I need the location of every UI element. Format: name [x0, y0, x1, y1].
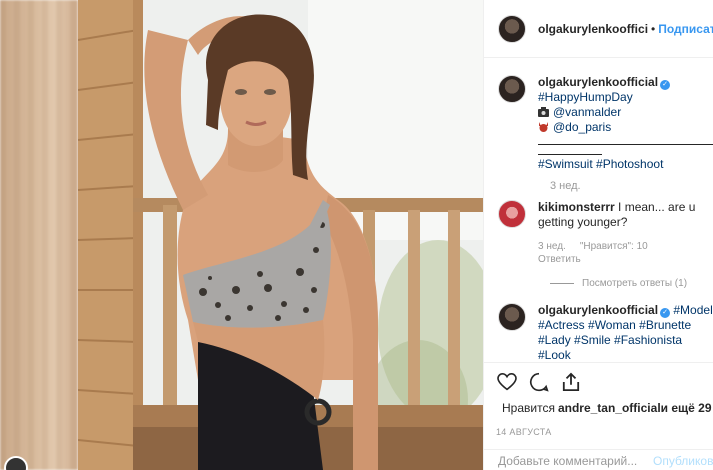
- view-replies-button[interactable]: Посмотреть ответы (1): [550, 278, 713, 289]
- comment-meta: 3 нед. "Нравится": 10 Ответить: [538, 240, 713, 266]
- hashtag-link[interactable]: #HappyHumpDay: [538, 90, 633, 104]
- comment-body: olgakurylenkoofficial ✓ #Model #Actress #…: [538, 303, 713, 361]
- blurred-background: [0, 0, 78, 470]
- comment-item: kikimonsterrr I mean... are u getting yo…: [498, 200, 713, 266]
- heart-icon[interactable]: [496, 371, 518, 393]
- comment-item: olgakurylenkoofficial ✓ #Model #Actress #…: [498, 303, 713, 361]
- liker-username[interactable]: andre_tan_official: [558, 401, 661, 415]
- likes-summary: Нравится andre_tan_official и ещё 29: [496, 401, 712, 415]
- verified-badge-icon: ✓: [660, 308, 671, 318]
- author-avatar[interactable]: [498, 14, 526, 43]
- replies-line: [550, 283, 574, 284]
- verified-badge-icon: ✓: [660, 80, 671, 90]
- comment-username[interactable]: olgakurylenkoofficial: [538, 303, 658, 317]
- view-replies-label: Посмотреть ответы (1): [582, 278, 688, 289]
- comment-username[interactable]: olgakurylenkoofficial: [538, 75, 658, 89]
- separator-dot: •: [651, 21, 656, 36]
- post-side-panel: olgakurylenkooffici • Подписаться olgaku…: [483, 0, 713, 470]
- post-photo-image: [78, 0, 483, 470]
- share-icon[interactable]: [560, 371, 582, 393]
- commenter-avatar[interactable]: [498, 200, 526, 228]
- mention-link[interactable]: @vanmalder: [553, 105, 621, 119]
- likes-prefix: Нравится: [502, 401, 555, 415]
- author-username[interactable]: olgakurylenkooffici: [538, 22, 648, 36]
- comment-body: olgakurylenkoofficial ✓ #HappyHumpDay @va…: [538, 75, 713, 172]
- divider-line: [538, 137, 713, 145]
- post-header: olgakurylenkooffici • Подписаться: [484, 0, 713, 58]
- caption-comment: olgakurylenkoofficial ✓ #HappyHumpDay @va…: [498, 75, 713, 172]
- divider-line: [538, 147, 602, 155]
- post-date: 14 АВГУСТА: [496, 427, 552, 437]
- comments-list: olgakurylenkoofficial ✓ #HappyHumpDay @va…: [484, 59, 713, 361]
- publish-button[interactable]: Опубликовать: [653, 454, 713, 468]
- reply-button[interactable]: Ответить: [538, 254, 581, 265]
- action-icons-row: [496, 371, 701, 393]
- comment-icon[interactable]: [528, 371, 550, 393]
- likes-count[interactable]: и ещё 29: [661, 401, 712, 415]
- comment-input[interactable]: [498, 452, 653, 470]
- comment-username[interactable]: kikimonsterrr: [538, 200, 615, 214]
- comment-body: kikimonsterrr I mean... are u getting yo…: [538, 200, 713, 266]
- mention-link[interactable]: @do_paris: [553, 120, 611, 134]
- camera-emoji-icon: [538, 107, 549, 117]
- author-avatar[interactable]: [498, 75, 526, 103]
- hashtag-link[interactable]: #Swimsuit #Photoshoot: [538, 157, 663, 171]
- devil-emoji-icon: [539, 122, 548, 132]
- author-avatar[interactable]: [498, 303, 526, 331]
- follow-button[interactable]: Подписаться: [658, 22, 713, 36]
- comment-likes[interactable]: "Нравится": 10: [580, 241, 648, 252]
- add-comment-bar: Опубликовать: [484, 449, 713, 470]
- comment-age: 3 нед.: [550, 180, 581, 192]
- post-photo[interactable]: [78, 0, 483, 470]
- post-actions: Нравится andre_tan_official и ещё 29 14 …: [484, 362, 713, 437]
- comment-age: 3 нед.: [538, 241, 566, 252]
